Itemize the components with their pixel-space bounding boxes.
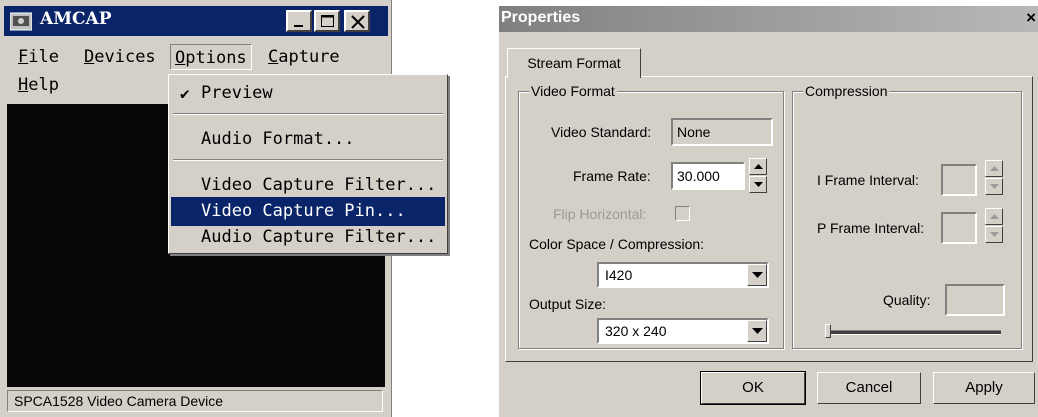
color-space-select[interactable]: I420: [597, 262, 769, 288]
menu-separator: [173, 159, 443, 161]
video-standard-label: Video Standard:: [551, 124, 652, 140]
amcap-app-icon: [10, 12, 32, 31]
menu-capture[interactable]: Capture: [264, 44, 344, 70]
menu-file-mnemonic: F: [18, 47, 29, 67]
menu-item-video-capture-filter-label: Video Capture Filter...: [201, 175, 437, 195]
quality-slider-track: [829, 330, 1001, 335]
menu-help-label: elp: [28, 75, 59, 95]
menu-file-label: ile: [28, 47, 59, 67]
tab-stream-format[interactable]: Stream Format: [507, 48, 641, 78]
color-space-value: I420: [605, 267, 633, 283]
quality-slider-thumb[interactable]: [825, 324, 831, 338]
close-icon[interactable]: ×: [1026, 8, 1036, 28]
frame-rate-label: Frame Rate:: [573, 168, 651, 184]
menu-item-video-capture-filter[interactable]: Video Capture Filter...: [171, 171, 445, 200]
p-frame-interval-field: [941, 212, 977, 244]
arrow-down-icon: [990, 184, 999, 189]
menu-devices-mnemonic: D: [84, 47, 95, 67]
quality-label: Quality:: [883, 292, 931, 308]
video-format-group-label: Video Format: [529, 83, 617, 99]
i-frame-interval-field: [941, 164, 977, 196]
video-standard-field: None: [671, 118, 773, 146]
ok-button[interactable]: OK: [700, 371, 806, 405]
menu-options-mnemonic: O: [175, 48, 186, 68]
p-frame-interval-spinner: [985, 208, 1003, 244]
amcap-window-title: AMCAP: [40, 9, 112, 29]
stream-format-panel: Video Format Video Standard: None Frame …: [505, 76, 1033, 362]
menu-item-video-capture-pin[interactable]: Video Capture Pin...: [171, 197, 445, 226]
menu-options[interactable]: Options: [170, 44, 252, 70]
color-space-label: Color Space / Compression:: [529, 236, 705, 252]
menu-devices-label: evices: [94, 47, 156, 67]
output-size-select[interactable]: 320 x 240: [597, 318, 769, 344]
menu-help[interactable]: Help: [14, 72, 63, 98]
compression-group-label: Compression: [803, 83, 890, 99]
status-bar: SPCA1528 Video Camera Device: [7, 390, 383, 412]
cancel-button[interactable]: Cancel: [817, 372, 921, 404]
color-space-dropdown-button[interactable]: [747, 264, 767, 286]
properties-title-bar[interactable]: Properties ×: [499, 6, 1038, 32]
menu-item-audio-format[interactable]: Audio Format...: [171, 125, 445, 154]
menu-options-label: ptions: [185, 48, 247, 68]
output-size-label: Output Size:: [529, 296, 607, 312]
frame-rate-spinner[interactable]: [749, 158, 767, 194]
frame-rate-input[interactable]: 30.000: [671, 162, 745, 190]
menu-item-video-capture-pin-label: Video Capture Pin...: [201, 201, 406, 221]
i-frame-interval-spinner: [985, 160, 1003, 196]
spin-down-button[interactable]: [749, 176, 767, 193]
chevron-down-icon: [752, 328, 763, 334]
flip-horizontal-label: Flip Horizontal:: [553, 206, 647, 222]
spin-down-button: [985, 226, 1003, 243]
menu-separator: [173, 113, 443, 115]
maximize-button[interactable]: [314, 10, 340, 32]
menu-capture-label: apture: [278, 47, 340, 67]
close-icon: [351, 15, 365, 29]
menu-capture-mnemonic: C: [268, 47, 279, 67]
flip-horizontal-checkbox[interactable]: [675, 206, 690, 221]
menu-file[interactable]: File: [14, 44, 63, 70]
menu-devices[interactable]: Devices: [80, 44, 160, 70]
i-frame-interval-label: I Frame Interval:: [817, 172, 919, 188]
spin-up-button: [985, 208, 1003, 225]
minimize-icon: [294, 25, 303, 27]
menu-item-audio-capture-filter-label: Audio Capture Filter...: [201, 227, 437, 247]
spin-up-button: [985, 160, 1003, 177]
checkmark-icon: ✔: [180, 84, 190, 103]
menu-help-mnemonic: H: [18, 75, 29, 95]
arrow-down-icon: [754, 182, 763, 187]
amcap-title-bar[interactable]: AMCAP: [4, 6, 388, 36]
menu-item-audio-capture-filter[interactable]: Audio Capture Filter...: [171, 223, 445, 252]
output-size-dropdown-button[interactable]: [747, 320, 767, 342]
spin-up-button[interactable]: [749, 158, 767, 175]
arrow-up-icon: [754, 164, 763, 169]
properties-title: Properties: [501, 9, 581, 26]
minimize-button[interactable]: [286, 10, 312, 32]
video-format-group: Video Format Video Standard: None Frame …: [518, 83, 784, 349]
compression-group: Compression I Frame Interval: P Frame In…: [792, 83, 1022, 349]
arrow-down-icon: [990, 232, 999, 237]
maximize-icon: [321, 15, 334, 27]
apply-button[interactable]: Apply: [933, 372, 1035, 404]
output-size-value: 320 x 240: [605, 323, 667, 339]
quality-field: [945, 284, 1005, 316]
menu-item-preview[interactable]: ✔ Preview: [171, 79, 445, 108]
spin-down-button: [985, 178, 1003, 195]
arrow-up-icon: [990, 166, 999, 171]
arrow-up-icon: [990, 214, 999, 219]
p-frame-interval-label: P Frame Interval:: [817, 220, 925, 236]
menu-item-preview-label: Preview: [201, 83, 273, 103]
close-button[interactable]: [344, 10, 370, 32]
menu-item-audio-format-label: Audio Format...: [201, 129, 355, 149]
chevron-down-icon: [752, 272, 763, 278]
options-dropdown-menu: ✔ Preview Audio Format... Video Capture …: [168, 74, 448, 254]
properties-dialog: Properties × Stream Format Video Format …: [499, 6, 1038, 417]
